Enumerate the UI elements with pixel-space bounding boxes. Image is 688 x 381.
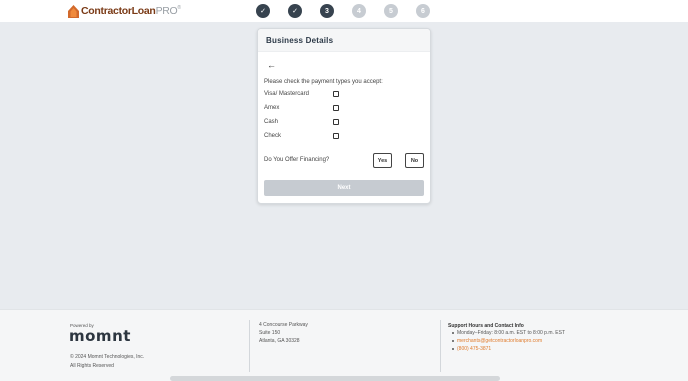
footer-divider bbox=[440, 320, 441, 372]
checkmark-icon: ✓ bbox=[292, 8, 298, 15]
rights-text: All Rights Reserved bbox=[70, 363, 114, 369]
financing-yes-button[interactable]: Yes bbox=[373, 153, 392, 168]
card-title: Business Details bbox=[266, 36, 334, 45]
next-button[interactable]: Next bbox=[264, 180, 424, 196]
support-title: Support Hours and Contact Info bbox=[448, 323, 524, 329]
step-3-current: 3 bbox=[320, 4, 334, 18]
checkmark-icon: ✓ bbox=[260, 8, 266, 15]
checkbox-amex[interactable] bbox=[333, 105, 339, 111]
address-line-3: Atlanta, GA 30328 bbox=[259, 338, 300, 344]
payment-label-visa-mastercard: Visa/ Mastercard bbox=[264, 91, 309, 97]
step-4: 4 bbox=[352, 4, 366, 18]
logo-trademark: ® bbox=[177, 5, 181, 11]
step-5: 5 bbox=[384, 4, 398, 18]
payment-label-cash: Cash bbox=[264, 119, 279, 125]
address-line-1: 4 Concourse Parkway bbox=[259, 322, 308, 328]
support-hours: Monday–Friday: 8:00 a.m. EST to 8:00 p.m… bbox=[452, 330, 565, 336]
financing-no-button[interactable]: No bbox=[405, 153, 424, 168]
step-1-complete: ✓ bbox=[256, 4, 270, 18]
checkbox-check[interactable] bbox=[333, 133, 339, 139]
checkbox-cash[interactable] bbox=[333, 119, 339, 125]
address-line-2: Suite 150 bbox=[259, 330, 281, 336]
payment-types-prompt: Please check the payment types you accep… bbox=[264, 79, 383, 85]
page-footer: Powered by momnt © 2024 Momnt Technologi… bbox=[0, 309, 688, 381]
step-6: 6 bbox=[416, 4, 430, 18]
logo-text-main: ContractorLoan bbox=[81, 5, 156, 17]
checkbox-visa-mastercard[interactable] bbox=[333, 91, 339, 97]
payment-label-check: Check bbox=[264, 133, 282, 139]
support-phone-link[interactable]: (800) 475-3871 bbox=[452, 346, 491, 352]
horizontal-scrollbar[interactable] bbox=[170, 376, 500, 381]
copyright-text: © 2024 Momnt Technologies, Inc. bbox=[70, 354, 145, 360]
business-details-card: Business Details ← Please check the paym… bbox=[257, 28, 431, 204]
logo-text-suffix: PRO bbox=[155, 5, 178, 17]
back-arrow-icon[interactable]: ← bbox=[267, 60, 277, 70]
financing-question: Do You Offer Financing? bbox=[264, 157, 330, 163]
support-email-link[interactable]: merchants@getcontractorloanpro.com bbox=[452, 338, 542, 344]
top-header: ContractorLoanPRO® ✓ ✓ 3 4 5 6 bbox=[0, 0, 688, 22]
payment-label-amex: Amex bbox=[264, 105, 280, 111]
house-logo-icon bbox=[68, 4, 79, 18]
footer-divider bbox=[249, 320, 250, 372]
momnt-logo: momnt bbox=[69, 327, 131, 345]
step-2-complete: ✓ bbox=[288, 4, 302, 18]
contractorloanpro-logo[interactable]: ContractorLoanPRO® bbox=[68, 4, 181, 18]
